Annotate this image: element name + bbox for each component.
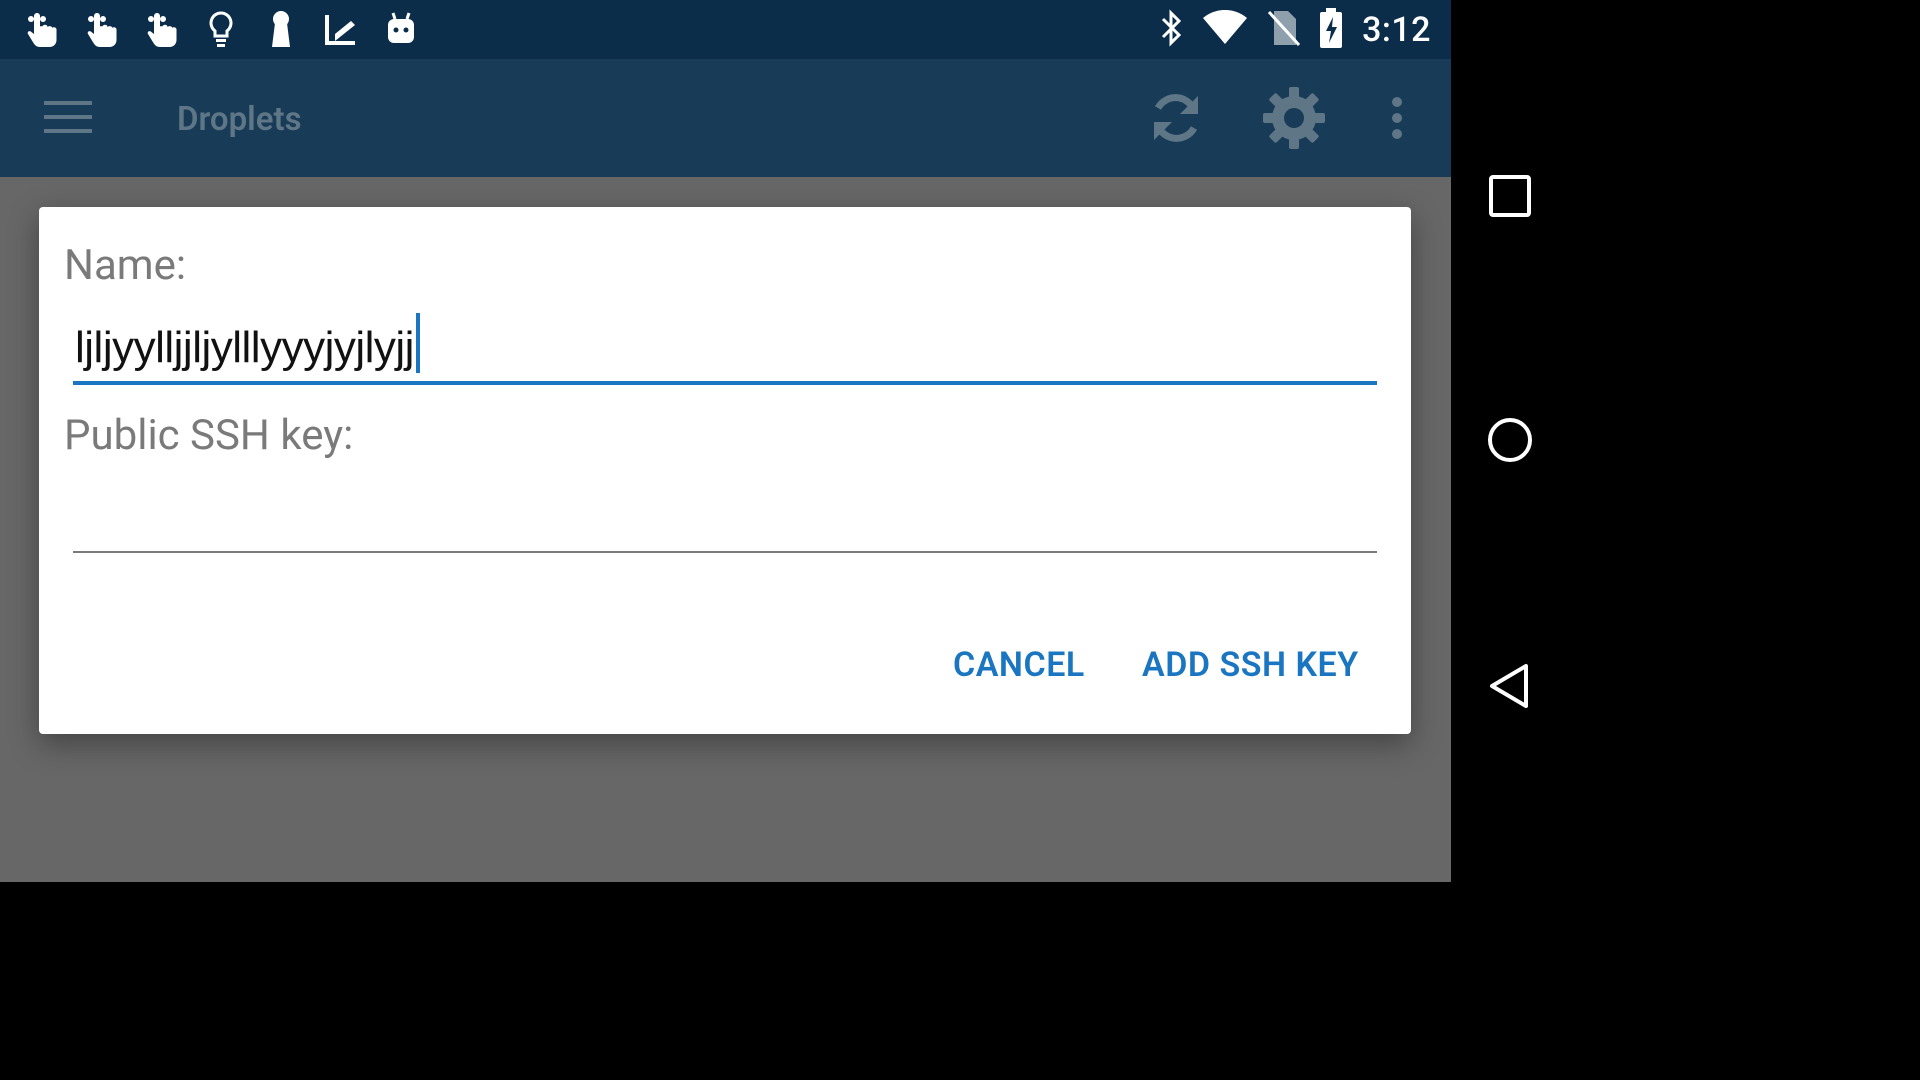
touch-icon [142,8,180,50]
ssh-key-field[interactable] [73,487,1377,553]
status-clock: 3:12 [1362,10,1431,50]
hamburger-menu-icon[interactable] [44,97,94,137]
ssh-key-label: Public SSH key: [64,411,354,460]
name-field[interactable]: ljljyylljjljylllyyyjyjlyjj [73,313,1377,385]
add-ssh-key-dialog: Name: ljljyylljjljylllyyyjyjlyjj Public … [39,207,1411,734]
inbox-check-icon [322,8,360,50]
android-icon [382,8,420,50]
text-caret [415,313,420,373]
refresh-icon[interactable] [1141,83,1211,153]
settings-icon[interactable] [1259,83,1329,153]
touch-icon [82,8,120,50]
no-sim-icon [1266,9,1301,51]
home-icon[interactable] [1481,411,1539,469]
notification-icons [22,8,420,50]
wifi-icon [1202,9,1248,50]
navigation-bar [1451,0,1568,882]
page-title: Droplets [177,100,302,139]
add-ssh-key-button[interactable]: ADD SSH KEY [1142,645,1359,685]
keyhole-icon [262,8,300,50]
recents-icon[interactable] [1481,167,1539,225]
system-status: 3:12 [1158,8,1431,52]
name-field-value: ljljyylljjljylllyyyjyjlyjj [75,323,414,372]
battery-charging-icon [1318,7,1344,53]
name-label: Name: [64,241,187,290]
bluetooth-icon [1158,8,1184,52]
back-icon[interactable] [1481,657,1539,715]
status-bar: 3:12 [0,0,1451,59]
touch-icon [22,8,60,50]
overflow-menu-icon[interactable] [1362,83,1432,153]
app-screen: 3:12 Droplets Name: ljljyylljjljylllyyyj… [0,0,1451,882]
app-bar: Droplets [0,59,1451,177]
lightbulb-icon [202,8,240,50]
cancel-button[interactable]: CANCEL [953,645,1085,685]
